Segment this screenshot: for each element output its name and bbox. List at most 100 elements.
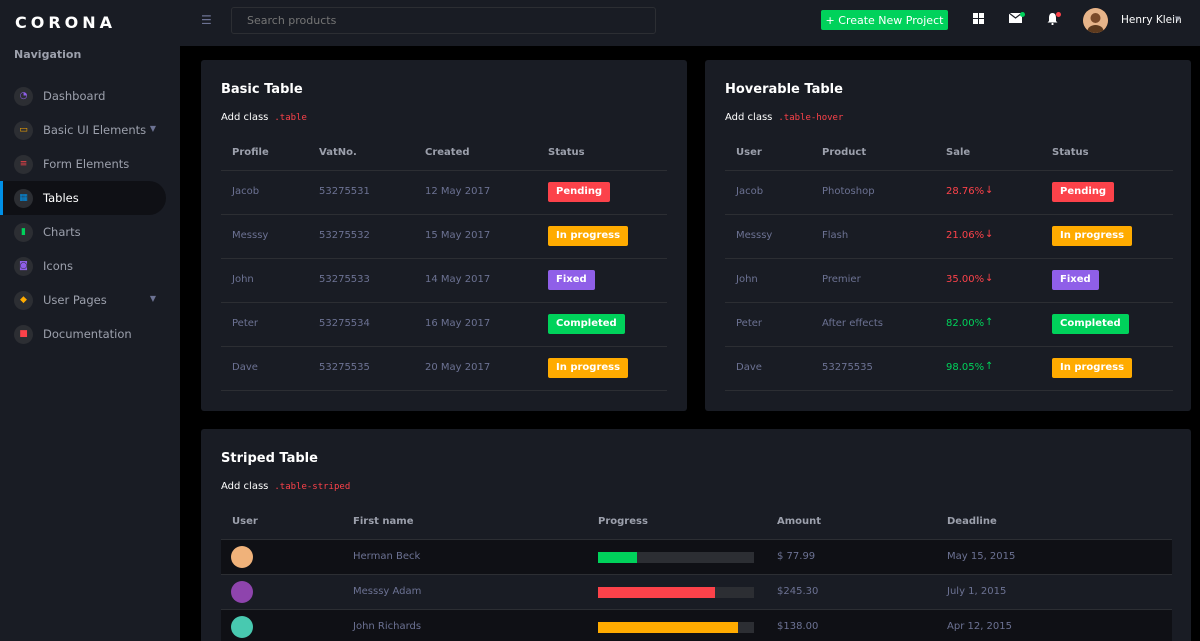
product-cell: After effects — [822, 318, 884, 329]
avatar — [231, 581, 253, 603]
status-badge: In progress — [1052, 226, 1133, 246]
user-cell: Peter — [736, 318, 763, 329]
column-header: Product — [822, 147, 867, 158]
deadline-cell: Apr 12, 2015 — [947, 621, 1013, 632]
table-row[interactable]: Messsy Adam $245.30 July 1, 2015 — [221, 575, 1172, 610]
sidebar-item-documentation[interactable]: ■ Documentation — [0, 317, 180, 351]
product-cell: Premier — [822, 274, 861, 285]
table-row[interactable]: John Richards $138.00 Apr 12, 2015 — [221, 610, 1172, 641]
created-cell: 16 May 2017 — [425, 318, 491, 329]
nav-heading: Navigation — [14, 48, 82, 61]
profile-cell: John — [232, 274, 254, 285]
table-row[interactable]: John 53275533 14 May 2017 Fixed — [221, 259, 667, 303]
sidebar-item-dashboard[interactable]: ◔ Dashboard — [0, 79, 180, 113]
deadline-cell: July 1, 2015 — [947, 586, 1007, 597]
progress-fill — [598, 587, 715, 598]
grid-icon[interactable] — [973, 13, 984, 27]
table-icon: ▦ — [14, 188, 33, 208]
column-header: Progress — [598, 516, 648, 527]
vat-cell: 53275534 — [319, 318, 370, 329]
table-row[interactable]: Dave 53275535 20 May 2017 In progress — [221, 347, 667, 391]
product-cell: 53275535 — [822, 362, 873, 373]
sidebar-item-label: Tables — [43, 191, 79, 205]
chevron-down-icon: ▼ — [149, 124, 156, 133]
table-row[interactable]: Herman Beck $ 77.99 May 15, 2015 — [221, 540, 1172, 575]
product-cell: Flash — [822, 230, 849, 241]
create-project-button[interactable]: + Create New Project — [821, 10, 948, 30]
table-row[interactable]: Jacob Photoshop 28.76% ↓ Pending — [725, 171, 1173, 215]
progress-fill — [598, 622, 739, 633]
table-row[interactable]: Jacob 53275531 12 May 2017 Pending — [221, 171, 667, 215]
column-header: Status — [1052, 147, 1089, 158]
hoverable-table-card: Hoverable Table Add class .table-hover Us… — [705, 60, 1191, 411]
email-status-dot — [1020, 12, 1025, 17]
hoverable-table: User Product Sale Status Jacob Photoshop 28.76… — [725, 135, 1173, 391]
progress-bar — [598, 587, 754, 598]
sidebar-item-user-pages[interactable]: ◆ User Pages ▼ — [0, 283, 180, 317]
card-title: Basic Table — [221, 82, 303, 97]
table-row[interactable]: Dave 53275535 98.05% ↑ In progress — [725, 347, 1173, 391]
sidebar: CORONA Navigation ◔ Dashboard ▭ Basic UI El… — [0, 0, 180, 641]
table-row[interactable]: Messsy Flash 21.06% ↓ In progress — [725, 215, 1173, 259]
vat-cell: 53275532 — [319, 230, 370, 241]
status-badge: Pending — [1052, 182, 1115, 202]
top-navbar: ☰ + Create New Project Henry Klein ▼ — [180, 0, 1200, 46]
search-input[interactable] — [231, 7, 656, 34]
user-name[interactable]: Henry Klein — [1121, 14, 1182, 26]
column-header: Amount — [777, 516, 822, 527]
avatar — [231, 616, 253, 638]
first-name-cell: Herman Beck — [353, 551, 421, 562]
table-row[interactable]: Peter After effects 82.00% ↑ Completed — [725, 303, 1173, 347]
avatar — [231, 546, 253, 568]
progress-bar — [598, 552, 754, 563]
arrow-up-icon: ↑ — [985, 361, 994, 372]
card-title: Striped Table — [221, 451, 318, 466]
chevron-down-icon[interactable]: ▼ — [1175, 15, 1180, 23]
amount-cell: $138.00 — [777, 621, 819, 632]
column-header: User — [232, 516, 258, 527]
sidebar-item-icons[interactable]: ◙ Icons — [0, 249, 180, 283]
profile-cell: Messsy — [232, 230, 269, 241]
created-cell: 20 May 2017 — [425, 362, 491, 373]
playlist-icon: ≡ — [14, 154, 33, 174]
nav-list: ◔ Dashboard ▭ Basic UI Elements ▼ ≡ Form Eleme… — [0, 79, 180, 351]
chart-bar-icon: ▮ — [14, 222, 33, 242]
table-row[interactable]: Peter 53275534 16 May 2017 Completed — [221, 303, 667, 347]
created-cell: 14 May 2017 — [425, 274, 491, 285]
card-description: Add class .table — [221, 112, 307, 123]
profile-cell: Jacob — [232, 186, 260, 197]
contacts-icon: ◙ — [14, 256, 33, 276]
arrow-down-icon: ↓ — [985, 229, 994, 240]
notification-dot — [1056, 12, 1061, 17]
file-document-icon: ■ — [14, 324, 33, 344]
sidebar-item-form-elements[interactable]: ≡ Form Elements — [0, 147, 180, 181]
amount-cell: $245.30 — [777, 586, 819, 597]
column-header: Deadline — [947, 516, 997, 527]
sale-cell: 98.05% — [946, 362, 985, 373]
status-badge: In progress — [1052, 358, 1133, 378]
sidebar-item-basic-ui-elements[interactable]: ▭ Basic UI Elements ▼ — [0, 113, 180, 147]
status-badge: Fixed — [548, 270, 595, 290]
avatar[interactable] — [1083, 8, 1108, 33]
sidebar-item-label: Icons — [43, 259, 74, 273]
menu-toggle-icon[interactable]: ☰ — [201, 13, 212, 27]
user-cell: John — [736, 274, 758, 285]
sidebar-item-tables[interactable]: ▦ Tables — [0, 181, 166, 215]
user-cell: Jacob — [736, 186, 764, 197]
sidebar-item-charts[interactable]: ▮ Charts — [0, 215, 180, 249]
sidebar-item-label: User Pages — [43, 293, 107, 307]
sidebar-item-label: Dashboard — [43, 89, 106, 103]
table-row[interactable]: Messsy 53275532 15 May 2017 In progress — [221, 215, 667, 259]
created-cell: 12 May 2017 — [425, 186, 491, 197]
table-row[interactable]: John Premier 35.00% ↓ Fixed — [725, 259, 1173, 303]
first-name-cell: John Richards — [353, 621, 422, 632]
status-badge: In progress — [548, 358, 629, 378]
card-description: Add class .table-hover — [725, 112, 844, 123]
sidebar-item-label: Documentation — [43, 327, 132, 341]
column-header: Status — [548, 147, 585, 158]
chevron-down-icon: ▼ — [149, 294, 156, 303]
table-header-row: Profile VatNo. Created Status — [221, 135, 667, 171]
brand-logo[interactable]: CORONA — [0, 0, 180, 45]
striped-table: User First name Progress Amount Deadline Herm… — [221, 504, 1172, 641]
column-header: First name — [353, 516, 414, 527]
